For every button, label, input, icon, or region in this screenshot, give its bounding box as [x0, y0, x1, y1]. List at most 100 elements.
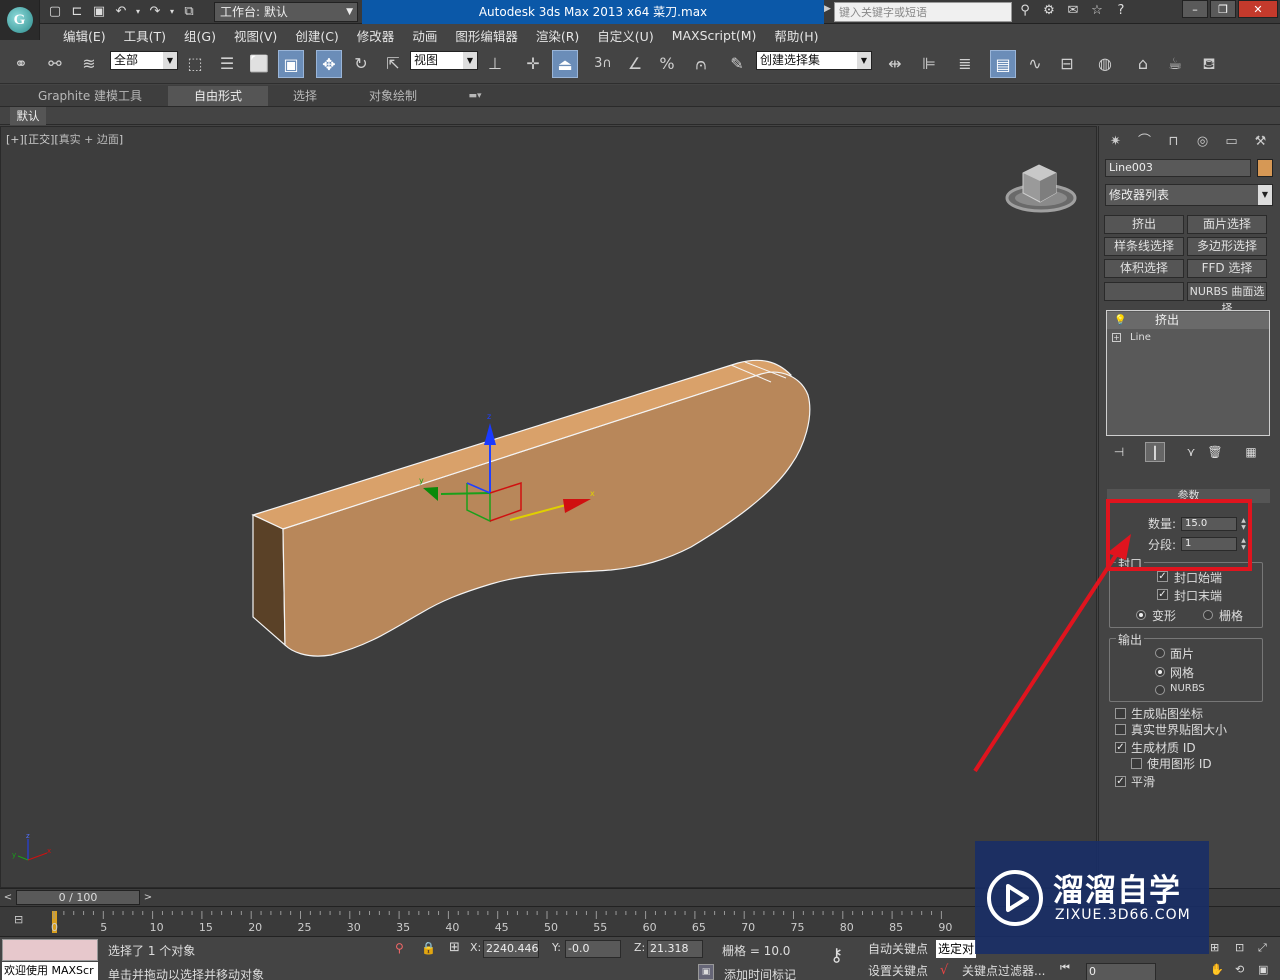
real-world-checkbox[interactable] [1115, 724, 1126, 735]
search-input[interactable]: 键入关键字或短语 [834, 2, 1012, 22]
select-and-scale-icon[interactable]: ⇱ [380, 50, 406, 78]
use-shape-id-checkbox[interactable] [1131, 758, 1142, 769]
schematic-view-icon[interactable]: ⊟ [1054, 50, 1080, 78]
selected-filter-dropdown[interactable]: 选定对 [936, 940, 976, 958]
menu-create[interactable]: 创建(C) [286, 26, 347, 45]
menu-rendering[interactable]: 渲染(R) [527, 26, 588, 45]
binoculars-icon[interactable]: ⚲ [1016, 2, 1034, 20]
rectangular-selection-icon[interactable]: ⬜ [246, 50, 272, 78]
redo-icon[interactable]: ↷ [146, 3, 164, 21]
create-panel-icon[interactable]: ✷ [1103, 130, 1128, 154]
render-setup-icon[interactable]: ⌂ [1130, 50, 1156, 78]
orbit-icon[interactable]: ⟲ [1235, 963, 1244, 976]
output-mesh-radio[interactable] [1155, 667, 1165, 677]
menu-tools[interactable]: 工具(T) [115, 26, 175, 45]
add-time-tag-button[interactable]: 添加时间标记 [724, 966, 796, 980]
empty-modifier-button[interactable] [1104, 282, 1184, 301]
select-and-rotate-icon[interactable]: ↻ [348, 50, 374, 78]
parameters-rollout-header[interactable]: 参数 [1107, 489, 1270, 503]
unlink-icon[interactable]: ⚯ [42, 50, 68, 78]
maximize-button[interactable]: ❐ [1210, 0, 1236, 18]
segments-spinner-arrows[interactable]: ▲ ▼ [1239, 537, 1248, 551]
curve-editor-mini-icon[interactable]: ⊟ [14, 913, 30, 927]
motion-panel-icon[interactable]: ◎ [1190, 130, 1215, 154]
material-editor-icon[interactable]: ◍ [1092, 50, 1118, 78]
zoom-extents-icon[interactable]: ⊞ [1210, 941, 1219, 954]
spinner-snap-icon[interactable]: ⩀ [688, 50, 714, 78]
show-end-result-icon[interactable]: ┃ [1145, 442, 1165, 462]
modify-panel-icon[interactable]: ⌒ [1132, 130, 1157, 154]
select-by-name-icon[interactable]: ☰ [214, 50, 240, 78]
display-panel-icon[interactable]: ▭ [1219, 130, 1244, 154]
menu-maxscript[interactable]: MAXScript(M) [663, 28, 766, 43]
pivot-center-icon[interactable]: ⊥ [482, 50, 508, 78]
set-key-icon[interactable]: ⚷ [830, 945, 843, 966]
object-color-swatch[interactable] [1257, 159, 1273, 177]
gen-mapping-checkbox[interactable] [1115, 708, 1126, 719]
link-icon[interactable]: ⚭ [8, 50, 34, 78]
menu-group[interactable]: 组(G) [175, 26, 225, 45]
tab-freeform[interactable]: 自由形式 [168, 86, 268, 106]
auto-key-button[interactable]: 自动关键点 [868, 939, 928, 959]
remove-modifier-icon[interactable]: 🗑 [1205, 442, 1225, 462]
mirror-icon[interactable]: ⇹ [882, 50, 908, 78]
viewport-orthographic[interactable]: [+][正交][真实 + 边面] z y x z y x [0, 126, 1097, 888]
cap-end-checkbox[interactable]: ✓ [1157, 589, 1168, 600]
cap-start-checkbox[interactable]: ✓ [1157, 571, 1168, 582]
ribbon-options-icon[interactable]: ▬▾ [462, 86, 488, 106]
zoom-all-icon[interactable]: ⊡ [1235, 941, 1244, 954]
tab-default[interactable]: 默认 [10, 107, 46, 125]
output-patch-radio[interactable] [1155, 648, 1165, 658]
maxscript-listener-box[interactable] [2, 939, 98, 961]
pin-stack-icon[interactable]: ⊣ [1109, 442, 1129, 462]
maximize-viewport-icon[interactable]: ⤢ [1258, 941, 1267, 955]
spline-select-button[interactable]: 样条线选择 [1104, 237, 1184, 256]
workspace-dropdown[interactable]: 工作台: 默认 ▼ [214, 2, 358, 22]
menu-help[interactable]: 帮助(H) [765, 26, 827, 45]
modifier-list-dropdown[interactable]: 修改器列表 ▼ [1105, 184, 1273, 206]
x-coord-field[interactable]: 2240.446 [483, 940, 539, 958]
new-file-icon[interactable]: ▢ [46, 3, 64, 21]
cap-grid-radio[interactable] [1203, 610, 1213, 620]
render-production-icon[interactable]: ⛾ [1196, 50, 1222, 78]
smooth-checkbox[interactable]: ✓ [1115, 776, 1126, 787]
graphite-toggle-icon[interactable]: ▤ [990, 50, 1016, 78]
reference-coordinate-dropdown[interactable]: 视图 ▼ [410, 51, 478, 70]
tab-graphite-modeling[interactable]: Graphite 建模工具 [28, 86, 152, 106]
keyboard-shortcut-override-icon[interactable]: ⏏ [552, 50, 578, 78]
nurbs-surface-select-button[interactable]: NURBS 曲面选择 [1187, 282, 1267, 315]
help-icon[interactable]: ? [1112, 2, 1130, 20]
stack-item-line[interactable]: + Line [1112, 330, 1268, 346]
tab-selection[interactable]: 选择 [280, 86, 330, 106]
amount-spinner-arrows[interactable]: ▲ ▼ [1239, 517, 1248, 531]
pan-view-icon[interactable]: ✋ [1210, 963, 1224, 976]
curve-editor-icon[interactable]: ∿ [1022, 50, 1048, 78]
undo-dropdown-icon[interactable]: ▾ [134, 3, 142, 21]
bind-space-warp-icon[interactable]: ≋ [76, 50, 102, 78]
redo-dropdown-icon[interactable]: ▾ [168, 3, 176, 21]
z-coord-field[interactable]: 21.318 [647, 940, 703, 958]
output-nurbs-radio[interactable] [1155, 685, 1165, 695]
open-file-icon[interactable]: ⊏ [68, 3, 86, 21]
make-unique-icon[interactable]: ⋎ [1181, 442, 1201, 462]
cap-morph-radio[interactable] [1136, 610, 1146, 620]
window-crossing-icon[interactable]: ▣ [278, 50, 304, 78]
selection-lock-icon[interactable]: 🔒 [421, 941, 436, 955]
subscription-icon[interactable]: ⚙ [1040, 2, 1058, 20]
project-folder-icon[interactable]: ⧉ [180, 3, 198, 21]
selection-filter-dropdown[interactable]: 全部 ▼ [110, 51, 178, 70]
segments-field[interactable]: 1 [1181, 537, 1237, 551]
current-frame-field[interactable]: 0 [1086, 963, 1156, 980]
gen-mat-id-checkbox[interactable]: ✓ [1115, 742, 1126, 753]
expand-arrow-icon[interactable]: ▶ [824, 4, 832, 20]
time-slider-thumb[interactable]: 0 / 100 [16, 890, 140, 905]
tab-object-paint[interactable]: 对象绘制 [356, 86, 430, 106]
app-menu-button[interactable]: G [0, 0, 40, 40]
menu-views[interactable]: 视图(V) [225, 26, 286, 45]
absolute-mode-icon[interactable]: ⊞ [449, 940, 460, 955]
select-and-move-icon[interactable]: ✥ [316, 50, 342, 78]
named-selection-dropdown[interactable]: 创建选择集 ▼ [756, 51, 872, 70]
next-frame-arrow-icon[interactable]: > [140, 891, 156, 905]
amount-field[interactable]: 15.0 [1181, 517, 1237, 531]
utilities-panel-icon[interactable]: ⚒ [1248, 130, 1273, 154]
